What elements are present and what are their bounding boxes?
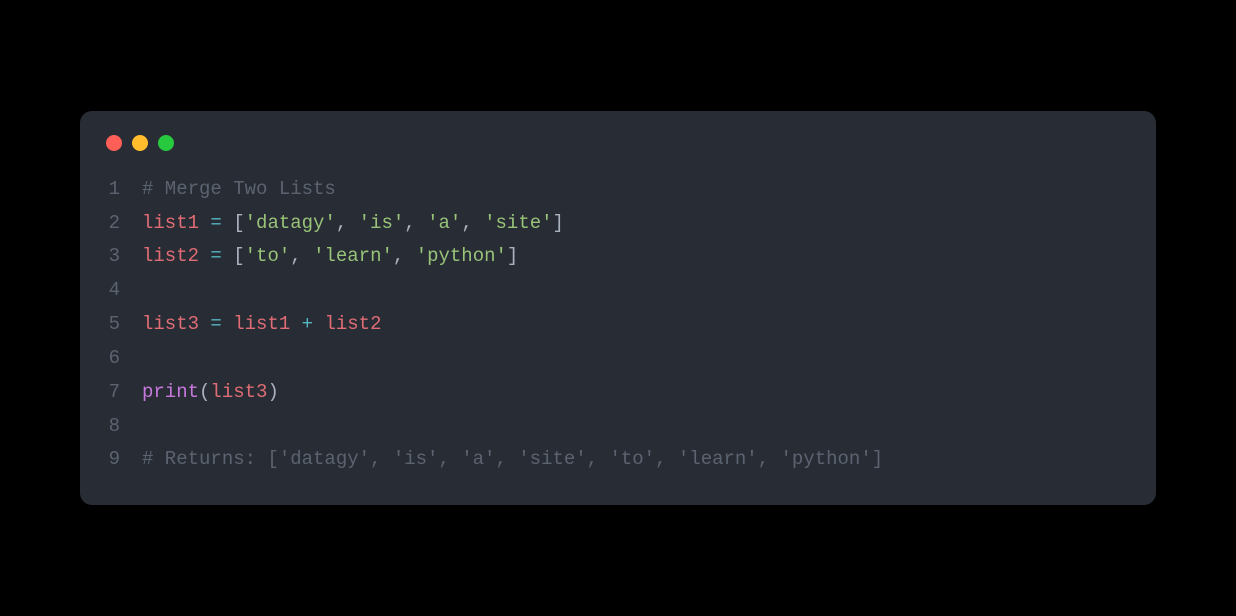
code-token: list1	[233, 313, 290, 335]
code-token: ]	[507, 245, 518, 267]
code-token: # Merge Two Lists	[142, 178, 336, 200]
line-number: 7	[106, 376, 142, 410]
code-token: ,	[290, 245, 313, 267]
line-number: 6	[106, 342, 142, 376]
code-token	[199, 245, 210, 267]
code-token	[222, 313, 233, 335]
code-token: +	[302, 313, 313, 335]
code-token: ]	[553, 212, 564, 234]
code-token: 'datagy'	[245, 212, 336, 234]
code-token	[199, 313, 210, 335]
line-number: 9	[106, 443, 142, 477]
code-token: 'to'	[245, 245, 291, 267]
code-token: list2	[142, 245, 199, 267]
code-content: list2 = ['to', 'learn', 'python']	[142, 240, 518, 274]
code-token: (	[199, 381, 210, 403]
code-content: # Merge Two Lists	[142, 173, 336, 207]
code-token: print	[142, 381, 199, 403]
code-line: 8	[80, 410, 1156, 444]
code-content: list3 = list1 + list2	[142, 308, 381, 342]
code-line: 3list2 = ['to', 'learn', 'python']	[80, 240, 1156, 274]
code-token: ,	[336, 212, 359, 234]
line-number: 5	[106, 308, 142, 342]
code-token	[199, 212, 210, 234]
line-number: 4	[106, 274, 142, 308]
code-token: )	[267, 381, 278, 403]
code-token: 'is'	[359, 212, 405, 234]
code-token: list3	[210, 381, 267, 403]
minimize-icon[interactable]	[132, 135, 148, 151]
code-content: print(list3)	[142, 376, 279, 410]
code-content: list1 = ['datagy', 'is', 'a', 'site']	[142, 207, 564, 241]
code-token: list2	[324, 313, 381, 335]
code-line: 1# Merge Two Lists	[80, 173, 1156, 207]
code-token: list3	[142, 313, 199, 335]
code-token: # Returns: ['datagy', 'is', 'a', 'site',…	[142, 448, 883, 470]
code-token	[313, 313, 324, 335]
code-token	[222, 245, 233, 267]
code-token: 'site'	[484, 212, 552, 234]
code-token: [	[233, 245, 244, 267]
code-line: 2list1 = ['datagy', 'is', 'a', 'site']	[80, 207, 1156, 241]
code-token: list1	[142, 212, 199, 234]
code-window: 1# Merge Two Lists2list1 = ['datagy', 'i…	[80, 111, 1156, 505]
code-token: [	[233, 212, 244, 234]
line-number: 1	[106, 173, 142, 207]
close-icon[interactable]	[106, 135, 122, 151]
code-line: 6	[80, 342, 1156, 376]
maximize-icon[interactable]	[158, 135, 174, 151]
code-line: 4	[80, 274, 1156, 308]
code-token: =	[210, 245, 221, 267]
traffic-lights	[80, 135, 1156, 173]
code-line: 5list3 = list1 + list2	[80, 308, 1156, 342]
line-number: 3	[106, 240, 142, 274]
code-area: 1# Merge Two Lists2list1 = ['datagy', 'i…	[80, 173, 1156, 477]
code-line: 7print(list3)	[80, 376, 1156, 410]
code-token	[222, 212, 233, 234]
code-token: ,	[461, 212, 484, 234]
code-token: ,	[404, 212, 427, 234]
code-token: ,	[393, 245, 416, 267]
code-content: # Returns: ['datagy', 'is', 'a', 'site',…	[142, 443, 883, 477]
code-token: =	[210, 212, 221, 234]
line-number: 8	[106, 410, 142, 444]
code-line: 9# Returns: ['datagy', 'is', 'a', 'site'…	[80, 443, 1156, 477]
code-token: 'learn'	[313, 245, 393, 267]
code-token	[290, 313, 301, 335]
code-token: 'a'	[427, 212, 461, 234]
code-token: 'python'	[416, 245, 507, 267]
code-token: =	[210, 313, 221, 335]
line-number: 2	[106, 207, 142, 241]
